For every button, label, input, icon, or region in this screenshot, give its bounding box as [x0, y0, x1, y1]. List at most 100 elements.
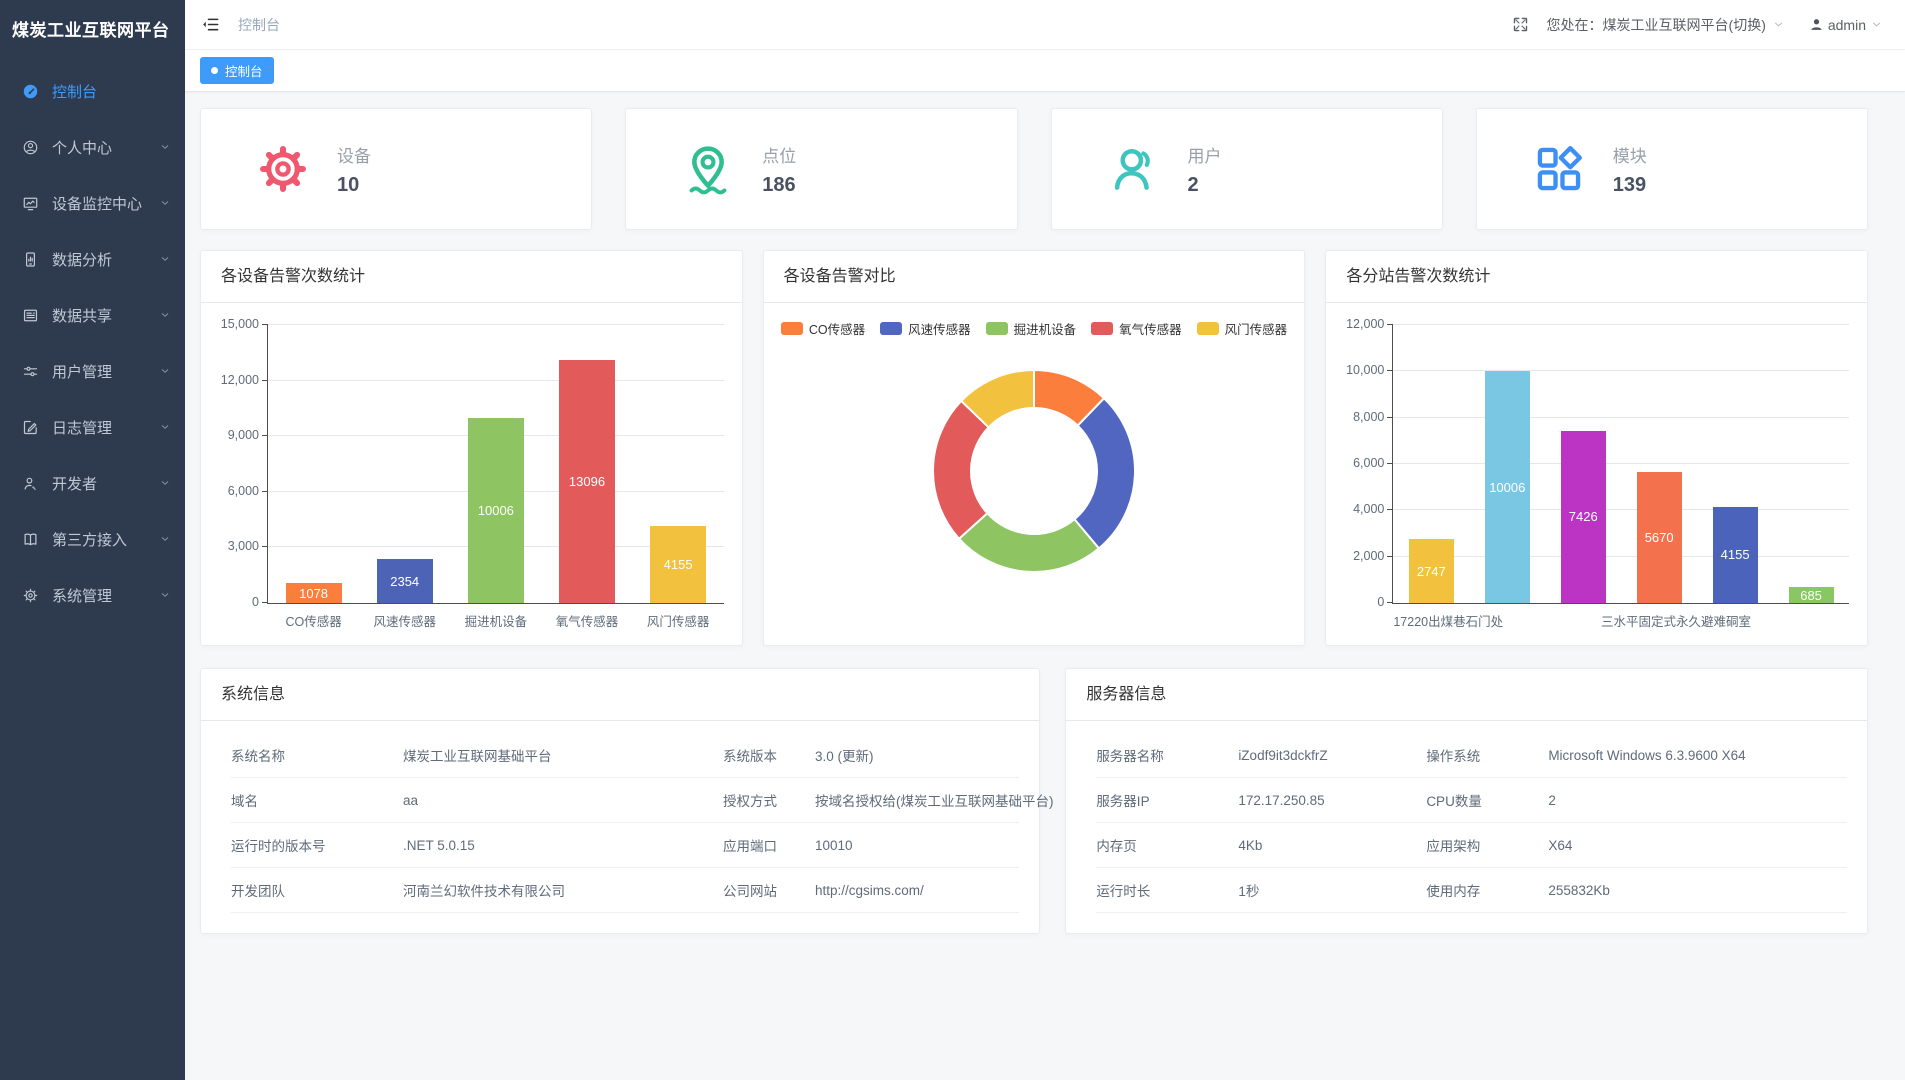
data-share-icon: [22, 307, 39, 324]
sidebar-item-label: 第三方接入: [52, 529, 159, 550]
stat-card: 点位186: [625, 108, 1017, 230]
breadcrumb[interactable]: 控制台: [238, 15, 280, 35]
bar: 2747: [1409, 539, 1454, 603]
device-alarm-count-chart: 03,0006,0009,00012,00015,000107823541000…: [201, 303, 742, 646]
donut-segment: [1074, 398, 1135, 548]
sidebar-item[interactable]: 控制台: [0, 63, 185, 119]
info-label: 应用架构: [1426, 835, 1548, 855]
sidebar-item[interactable]: 个人中心: [0, 119, 185, 175]
tab-console[interactable]: 控制台: [200, 57, 274, 84]
legend-swatch: [1197, 322, 1219, 335]
bar-value-label: 685: [1800, 588, 1822, 603]
legend-label: 氧气传感器: [1119, 319, 1182, 338]
stat-label: 用户: [1188, 142, 1222, 167]
menu-collapse-icon[interactable]: [201, 15, 220, 34]
y-axis-label: 6,000: [1353, 456, 1384, 470]
legend-item[interactable]: 风速传感器: [880, 319, 971, 338]
legend-swatch: [1091, 322, 1113, 335]
chevron-down-icon: [1772, 18, 1785, 31]
bar-slot: 10006: [450, 325, 541, 603]
info-row: 系统名称煤炭工业互联网基础平台系统版本3.0 (更新): [231, 733, 1019, 778]
sidebar-item[interactable]: 日志管理: [0, 399, 185, 455]
chevron-down-icon: [159, 309, 171, 321]
legend-item[interactable]: CO传感器: [781, 319, 865, 338]
stat-value: 139: [1613, 174, 1647, 197]
sidebar-item[interactable]: 系统管理: [0, 567, 185, 623]
app-title: 煤炭工业互联网平台: [0, 0, 185, 51]
x-axis-label: 风门传感器: [647, 611, 710, 630]
x-axis-label: 风速传感器: [373, 611, 436, 630]
x-axis-label: CO传感器: [285, 611, 341, 630]
chart-title: 各设备告警次数统计: [201, 251, 742, 303]
bar: 4155: [650, 526, 706, 603]
sidebar-item[interactable]: 数据分析: [0, 231, 185, 287]
info-value: 3.0 (更新): [815, 745, 1019, 765]
sidebar-item-label: 日志管理: [52, 417, 159, 438]
fullscreen-icon[interactable]: [1512, 16, 1529, 33]
bar: 7426: [1561, 431, 1606, 603]
bar: 10006: [468, 418, 524, 603]
topbar-left: 控制台: [201, 15, 280, 35]
legend-label: 风速传感器: [908, 319, 971, 338]
sidebar-item[interactable]: 用户管理: [0, 343, 185, 399]
system-info-panel: 系统信息 系统名称煤炭工业互联网基础平台系统版本3.0 (更新)域名aa授权方式…: [200, 668, 1040, 934]
sidebar-menu: 控制台个人中心设备监控中心数据分析数据共享用户管理日志管理开发者第三方接入系统管…: [0, 63, 185, 623]
sidebar-item-label: 开发者: [52, 473, 159, 494]
device-alarm-count-chart-card: 各设备告警次数统计 03,0006,0009,00012,00015,00010…: [200, 250, 743, 646]
x-slot: 三水平固定式永久避难硐室: [1601, 611, 1751, 630]
dashboard-icon: [22, 83, 39, 100]
server-info-panel: 服务器信息 服务器名称iZodf9it3dckfrZ操作系统Microsoft …: [1065, 668, 1868, 934]
x-slot: [1800, 611, 1849, 630]
chevron-down-icon: [159, 589, 171, 601]
chevron-down-icon: [159, 421, 171, 433]
bar-value-label: 4155: [664, 557, 693, 572]
x-slot: [1503, 611, 1552, 630]
chart-title: 各设备告警对比: [764, 251, 1305, 303]
info-label: 应用端口: [723, 835, 815, 855]
bar: 2354: [377, 559, 433, 603]
stat-card: 用户 2: [1051, 108, 1443, 230]
stat-text: 点位186: [762, 142, 796, 197]
x-slot: [1552, 611, 1601, 630]
info-value: 煤炭工业互联网基础平台: [403, 745, 723, 765]
panel-title: 服务器信息: [1066, 669, 1867, 721]
chevron-down-icon: [159, 141, 171, 153]
panels-row: 系统信息 系统名称煤炭工业互联网基础平台系统版本3.0 (更新)域名aa授权方式…: [200, 668, 1868, 934]
platform-switcher[interactable]: 您处在：煤炭工业互联网平台(切换): [1547, 15, 1785, 35]
topbar-right: 您处在：煤炭工业互联网平台(切换) admin: [1512, 15, 1883, 35]
tab-active-dot: [211, 67, 218, 74]
info-value: 河南兰幻软件技术有限公司: [403, 880, 723, 900]
legend-item[interactable]: 氧气传感器: [1091, 319, 1182, 338]
charts-row: 各设备告警次数统计 03,0006,0009,00012,00015,00010…: [200, 250, 1868, 646]
bar-value-label: 4155: [1721, 547, 1750, 562]
legend-label: 风门传感器: [1225, 319, 1288, 338]
sidebar-item[interactable]: 数据共享: [0, 287, 185, 343]
x-slot: 风速传感器: [359, 611, 450, 630]
sidebar-item[interactable]: 开发者: [0, 455, 185, 511]
legend-item[interactable]: 掘进机设备: [986, 319, 1077, 338]
sidebar-item[interactable]: 设备监控中心: [0, 175, 185, 231]
info-label: 授权方式: [723, 790, 815, 810]
legend-item[interactable]: 风门传感器: [1197, 319, 1288, 338]
info-value: 4Kb: [1238, 838, 1426, 853]
sidebar-item[interactable]: 第三方接入: [0, 511, 185, 567]
bar-slot: 13096: [541, 325, 632, 603]
bar-slot: 4155: [633, 325, 724, 603]
info-label: 内存页: [1096, 835, 1238, 855]
bar-value-label: 10006: [478, 503, 514, 518]
bar-slot: 2747: [1393, 325, 1469, 603]
y-axis-label: 8,000: [1353, 410, 1384, 424]
y-axis-label: 6,000: [228, 484, 259, 498]
sidebar-item-label: 数据共享: [52, 305, 159, 326]
y-axis-label: 4,000: [1353, 502, 1384, 516]
stats-row: 设备10点位186用户2模块139: [200, 108, 1868, 230]
bar-value-label: 10006: [1489, 480, 1525, 495]
bar: 1078: [286, 583, 342, 603]
substation-alarm-count-chart: 02,0004,0006,0008,00010,00012,0002747100…: [1326, 303, 1867, 646]
stat-value: 2: [1188, 174, 1222, 197]
y-axis-label: 10,000: [1346, 363, 1384, 377]
user-manage-icon: [22, 363, 39, 380]
monitor-icon: [22, 195, 39, 212]
user-menu[interactable]: admin: [1809, 17, 1883, 33]
bar-slot: 2354: [359, 325, 450, 603]
